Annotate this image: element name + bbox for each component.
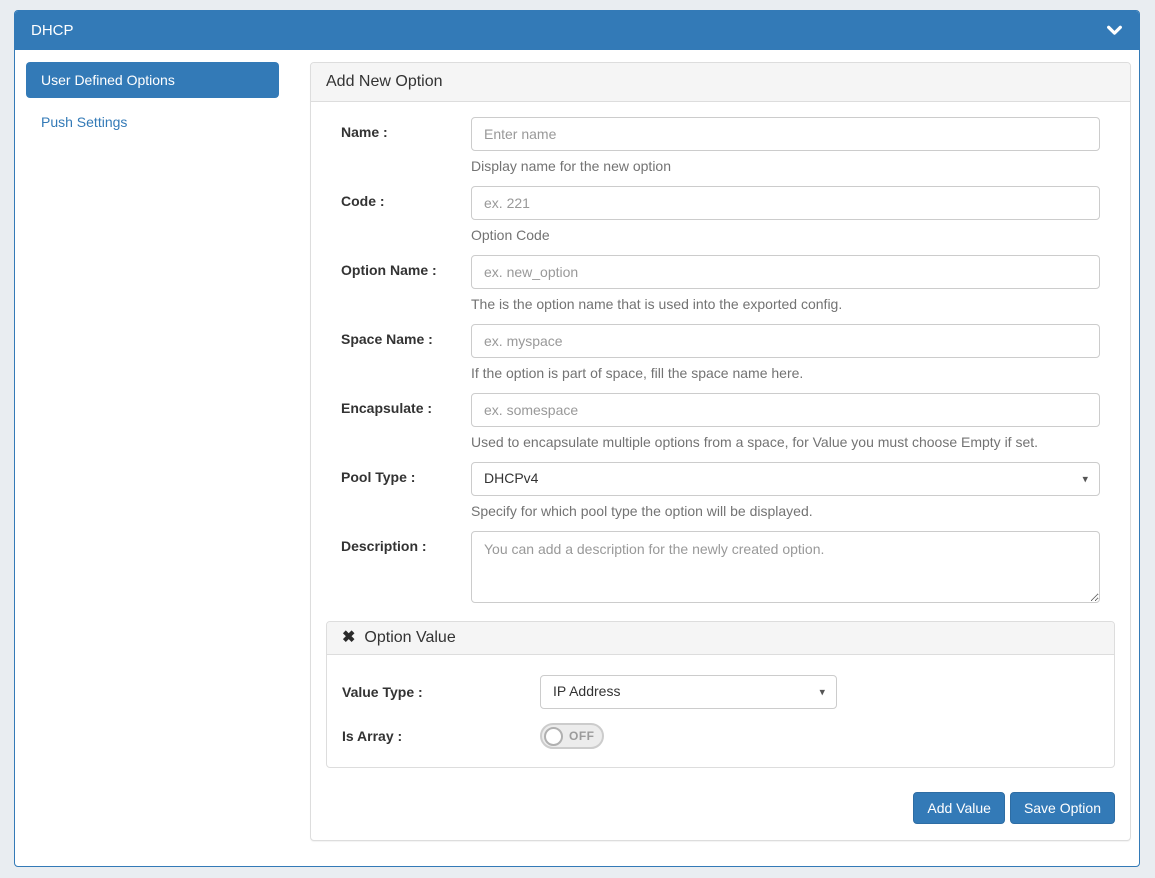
add-value-button[interactable]: Add Value: [913, 792, 1005, 824]
form-group-name: Name : Display name for the new option: [341, 117, 1100, 176]
sidebar-item-label: User Defined Options: [41, 72, 175, 88]
option-value-panel: ✖ Option Value Value Type : IP Address: [326, 621, 1115, 768]
save-option-button[interactable]: Save Option: [1010, 792, 1115, 824]
dhcp-panel-body: User Defined Options Push Settings Add N…: [15, 50, 1139, 853]
option-name-help-text: The is the option name that is used into…: [471, 294, 1100, 314]
code-input[interactable]: [471, 186, 1100, 220]
space-name-label: Space Name :: [341, 324, 471, 383]
toggle-state-label: OFF: [569, 729, 595, 743]
value-type-label: Value Type :: [342, 684, 540, 700]
encapsulate-input[interactable]: [471, 393, 1100, 427]
form-group-value-type: Value Type : IP Address ▾: [342, 675, 1099, 709]
option-name-label: Option Name :: [341, 255, 471, 314]
add-new-option-panel-body: Name : Display name for the new option C…: [311, 102, 1130, 840]
form-group-pool-type: Pool Type : DHCPv4 ▾ Specify for which p…: [341, 462, 1100, 521]
sidebar-item-label: Push Settings: [41, 114, 127, 130]
pool-type-label: Pool Type :: [341, 462, 471, 521]
form-group-code: Code : Option Code: [341, 186, 1100, 245]
form-group-space-name: Space Name : If the option is part of sp…: [341, 324, 1100, 383]
form-group-is-array: Is Array : OFF: [342, 723, 1099, 749]
add-new-option-form: Name : Display name for the new option C…: [326, 117, 1115, 606]
form-group-encapsulate: Encapsulate : Used to encapsulate multip…: [341, 393, 1100, 452]
description-textarea[interactable]: [471, 531, 1100, 603]
dhcp-panel: DHCP User Defined Options Push Settings …: [14, 10, 1140, 867]
name-help-text: Display name for the new option: [471, 156, 1100, 176]
page-title: DHCP: [31, 22, 74, 39]
dhcp-panel-header[interactable]: DHCP: [15, 11, 1139, 50]
add-new-option-panel: Add New Option Name : Display name for t…: [310, 62, 1131, 841]
form-group-description: Description :: [341, 531, 1100, 606]
encapsulate-label: Encapsulate :: [341, 393, 471, 452]
add-new-option-panel-title: Add New Option: [311, 63, 1130, 102]
pool-type-help-text: Specify for which pool type the option w…: [471, 501, 1100, 521]
option-value-panel-header: ✖ Option Value: [327, 622, 1114, 655]
form-actions: Add Value Save Option: [326, 792, 1115, 824]
value-type-select[interactable]: IP Address: [540, 675, 837, 709]
pool-type-select[interactable]: DHCPv4: [471, 462, 1100, 496]
main-content: Add New Option Name : Display name for t…: [310, 62, 1131, 841]
option-value-panel-body: Value Type : IP Address ▾ Is Array :: [327, 655, 1114, 767]
toggle-knob: [544, 727, 563, 746]
sidebar: User Defined Options Push Settings: [26, 62, 279, 841]
close-icon[interactable]: ✖: [342, 630, 355, 646]
sidebar-item-push-settings[interactable]: Push Settings: [26, 104, 279, 140]
space-name-input[interactable]: [471, 324, 1100, 358]
is-array-label: Is Array :: [342, 728, 540, 744]
code-help-text: Option Code: [471, 225, 1100, 245]
form-group-option-name: Option Name : The is the option name tha…: [341, 255, 1100, 314]
option-name-input[interactable]: [471, 255, 1100, 289]
option-value-panel-title: Option Value: [364, 629, 455, 647]
space-name-help-text: If the option is part of space, fill the…: [471, 363, 1100, 383]
name-label: Name :: [341, 117, 471, 176]
sidebar-item-user-defined-options[interactable]: User Defined Options: [26, 62, 279, 98]
is-array-toggle[interactable]: OFF: [540, 723, 604, 749]
description-label: Description :: [341, 531, 471, 606]
code-label: Code :: [341, 186, 471, 245]
name-input[interactable]: [471, 117, 1100, 151]
encapsulate-help-text: Used to encapsulate multiple options fro…: [471, 432, 1100, 452]
chevron-down-icon[interactable]: [1106, 22, 1123, 39]
